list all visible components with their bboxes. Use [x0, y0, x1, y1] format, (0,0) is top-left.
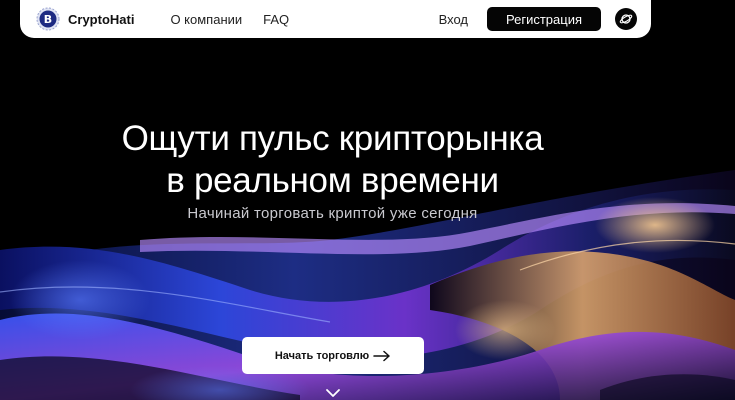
logo[interactable]: B CryptoHati	[36, 7, 134, 31]
start-trading-label: Начать торговлю	[274, 349, 370, 362]
main-nav: О компании FAQ	[170, 12, 310, 27]
hero-title-line-1: Ощути пульс крипторынка	[121, 119, 544, 158]
chevron-down-icon[interactable]	[325, 388, 341, 398]
register-button[interactable]: Регистрация	[487, 7, 601, 31]
login-link[interactable]: Вход	[439, 12, 468, 27]
top-navbar: B CryptoHati О компании FAQ Вход Регистр…	[20, 0, 651, 38]
nav-faq[interactable]: FAQ	[263, 12, 289, 27]
theme-toggle-button[interactable]	[615, 8, 637, 30]
hero-title: Ощути пульс крипторынка в реальном време…	[0, 118, 665, 202]
planet-icon	[619, 14, 633, 24]
hero-subtitle: Начинай торговать криптой уже сегодня	[187, 205, 478, 222]
nav-about[interactable]: О компании	[170, 12, 242, 27]
start-trading-button[interactable]: Начать торговлю	[242, 337, 424, 374]
brand-name: CryptoHati	[68, 11, 135, 27]
hero-title-line-2: в реальном времени	[166, 161, 499, 200]
landing-page: B CryptoHati О компании FAQ Вход Регистр…	[0, 0, 735, 400]
svg-text:B: B	[44, 13, 52, 26]
bitcoin-badge-icon: B	[36, 7, 60, 31]
arrow-right-icon	[373, 350, 390, 361]
